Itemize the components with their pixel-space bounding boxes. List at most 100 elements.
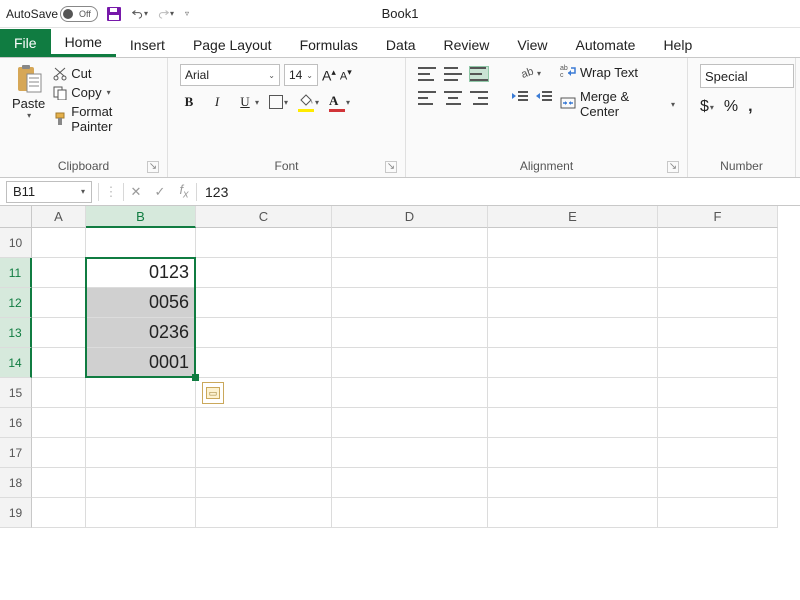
align-top-icon[interactable] bbox=[418, 67, 436, 81]
row-header[interactable]: 10 bbox=[0, 228, 32, 258]
fill-handle[interactable] bbox=[192, 374, 199, 381]
col-header[interactable]: E bbox=[488, 206, 658, 228]
cell[interactable] bbox=[332, 408, 488, 438]
align-bottom-icon[interactable] bbox=[470, 67, 488, 81]
cell[interactable] bbox=[488, 258, 658, 288]
cell[interactable] bbox=[332, 378, 488, 408]
cell[interactable] bbox=[658, 258, 778, 288]
select-all-corner[interactable] bbox=[0, 206, 32, 228]
name-box[interactable]: B11▾ bbox=[6, 181, 92, 203]
font-size-select[interactable]: 14⌄ bbox=[284, 64, 318, 86]
cell-B12[interactable]: 0056 bbox=[86, 288, 196, 318]
cell[interactable] bbox=[32, 318, 86, 348]
cell[interactable] bbox=[86, 228, 196, 258]
merge-center-button[interactable]: Merge & Center ▾ bbox=[560, 89, 675, 119]
cut-button[interactable]: Cut bbox=[53, 66, 155, 81]
wrap-text-button[interactable]: abc Wrap Text bbox=[560, 64, 675, 81]
cell[interactable] bbox=[488, 318, 658, 348]
clipboard-launcher-icon[interactable]: ↘ bbox=[147, 161, 159, 173]
increase-font-icon[interactable]: A▴ bbox=[322, 67, 336, 84]
borders-button[interactable]: ▾ bbox=[269, 95, 288, 109]
cell[interactable] bbox=[196, 408, 332, 438]
cell[interactable] bbox=[488, 438, 658, 468]
tab-review[interactable]: Review bbox=[430, 33, 504, 57]
tab-insert[interactable]: Insert bbox=[116, 33, 179, 57]
bold-button[interactable]: B bbox=[180, 94, 198, 110]
formula-input[interactable]: 123 bbox=[197, 184, 800, 200]
paste-options-smart-tag[interactable]: ▭ bbox=[202, 382, 224, 404]
cell[interactable] bbox=[86, 378, 196, 408]
cell-B13[interactable]: 0236 bbox=[86, 318, 196, 348]
cell[interactable] bbox=[196, 318, 332, 348]
tab-home[interactable]: Home bbox=[51, 30, 116, 57]
fx-icon[interactable]: fx bbox=[172, 182, 196, 201]
cell[interactable] bbox=[332, 348, 488, 378]
paste-button[interactable]: Paste ▾ bbox=[12, 64, 45, 120]
cell[interactable] bbox=[658, 468, 778, 498]
cell[interactable] bbox=[32, 378, 86, 408]
align-center-icon[interactable] bbox=[444, 91, 462, 105]
cell[interactable] bbox=[196, 228, 332, 258]
row-header[interactable]: 11 bbox=[0, 258, 32, 288]
cell[interactable] bbox=[86, 408, 196, 438]
cell-B14[interactable]: 0001 bbox=[86, 348, 196, 378]
cell[interactable] bbox=[32, 258, 86, 288]
number-format-select[interactable]: Special bbox=[700, 64, 794, 88]
cell[interactable] bbox=[196, 258, 332, 288]
cell[interactable] bbox=[658, 228, 778, 258]
tab-file[interactable]: File bbox=[0, 29, 51, 57]
cell[interactable] bbox=[32, 288, 86, 318]
align-middle-icon[interactable] bbox=[444, 67, 462, 81]
cell[interactable] bbox=[32, 408, 86, 438]
cell[interactable] bbox=[658, 348, 778, 378]
autosave-toggle[interactable]: Off bbox=[60, 6, 98, 22]
redo-icon[interactable]: ▾ bbox=[158, 6, 174, 22]
font-launcher-icon[interactable]: ↘ bbox=[385, 161, 397, 173]
row-header[interactable]: 13 bbox=[0, 318, 32, 348]
cell[interactable] bbox=[332, 288, 488, 318]
row-header[interactable]: 17 bbox=[0, 438, 32, 468]
font-name-select[interactable]: Arial⌄ bbox=[180, 64, 280, 86]
cell[interactable] bbox=[86, 498, 196, 528]
align-right-icon[interactable] bbox=[470, 91, 488, 105]
row-header[interactable]: 16 bbox=[0, 408, 32, 438]
tab-formulas[interactable]: Formulas bbox=[286, 33, 372, 57]
cell[interactable] bbox=[196, 438, 332, 468]
percent-format-button[interactable]: % bbox=[724, 98, 738, 116]
cell-B11[interactable]: 0123 bbox=[86, 258, 196, 288]
comma-format-button[interactable]: , bbox=[748, 98, 752, 116]
tab-automate[interactable]: Automate bbox=[562, 33, 650, 57]
font-color-button[interactable]: A ▾ bbox=[329, 93, 350, 112]
row-header[interactable]: 12 bbox=[0, 288, 32, 318]
cell[interactable] bbox=[332, 498, 488, 528]
col-header[interactable]: F bbox=[658, 206, 778, 228]
cell[interactable] bbox=[32, 348, 86, 378]
tab-data[interactable]: Data bbox=[372, 33, 430, 57]
col-header[interactable]: A bbox=[32, 206, 86, 228]
cell[interactable] bbox=[488, 228, 658, 258]
cell[interactable] bbox=[332, 318, 488, 348]
cell[interactable] bbox=[658, 408, 778, 438]
cell[interactable] bbox=[332, 438, 488, 468]
row-header[interactable]: 15 bbox=[0, 378, 32, 408]
tab-help[interactable]: Help bbox=[649, 33, 706, 57]
col-header[interactable]: C bbox=[196, 206, 332, 228]
cell[interactable] bbox=[32, 228, 86, 258]
cell[interactable] bbox=[658, 438, 778, 468]
undo-icon[interactable]: ▾ bbox=[132, 6, 148, 22]
increase-indent-icon[interactable] bbox=[536, 89, 552, 106]
cell[interactable] bbox=[488, 378, 658, 408]
underline-button[interactable]: U▾ bbox=[236, 94, 259, 110]
accounting-format-button[interactable]: $▾ bbox=[700, 98, 714, 116]
row-header[interactable]: 19 bbox=[0, 498, 32, 528]
row-header[interactable]: 14 bbox=[0, 348, 32, 378]
cell[interactable] bbox=[488, 468, 658, 498]
cell[interactable] bbox=[488, 498, 658, 528]
cell[interactable] bbox=[86, 438, 196, 468]
cell[interactable] bbox=[488, 408, 658, 438]
alignment-launcher-icon[interactable]: ↘ bbox=[667, 161, 679, 173]
col-header[interactable]: B bbox=[86, 206, 196, 228]
cell[interactable] bbox=[196, 468, 332, 498]
cell[interactable] bbox=[488, 288, 658, 318]
tab-view[interactable]: View bbox=[503, 33, 561, 57]
